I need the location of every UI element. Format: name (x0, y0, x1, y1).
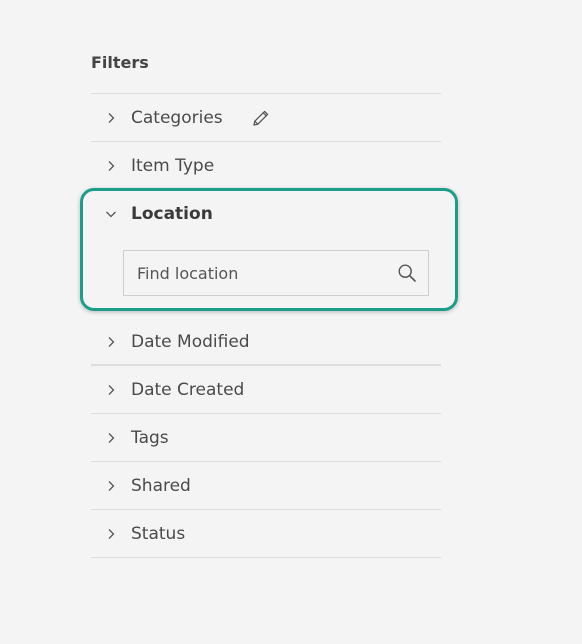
filter-item-type[interactable]: Item Type (91, 142, 441, 190)
filter-label: Tags (131, 427, 169, 448)
chevron-right-icon (91, 462, 131, 509)
location-search-box (123, 250, 429, 296)
location-search-input[interactable] (124, 250, 396, 296)
chevron-right-icon (91, 414, 131, 461)
filter-shared[interactable]: Shared (91, 462, 441, 510)
filter-date-created[interactable]: Date Created (91, 366, 441, 414)
filter-status[interactable]: Status (91, 510, 441, 558)
filter-date-modified[interactable]: Date Modified (91, 318, 441, 366)
chevron-right-icon (91, 142, 131, 189)
chevron-right-icon (91, 318, 131, 365)
filter-label: Date Created (131, 379, 245, 400)
filter-location[interactable]: Location (91, 190, 441, 237)
filter-label: Categories (131, 107, 223, 128)
filter-label: Item Type (131, 155, 215, 176)
filter-label: Status (131, 523, 186, 544)
filter-list-continued: Date Modified Date Created Tags Shared S… (91, 318, 441, 558)
filter-label: Date Modified (131, 331, 250, 352)
pencil-icon[interactable] (251, 108, 271, 128)
filter-label: Location (131, 203, 213, 224)
chevron-right-icon (91, 94, 131, 141)
filter-tags[interactable]: Tags (91, 414, 441, 462)
filter-categories[interactable]: Categories (91, 94, 441, 142)
chevron-right-icon (91, 510, 131, 557)
filter-label: Shared (131, 475, 191, 496)
chevron-down-icon (91, 190, 131, 237)
search-icon[interactable] (396, 262, 418, 284)
panel-title: Filters (91, 53, 149, 72)
chevron-right-icon (91, 366, 131, 413)
